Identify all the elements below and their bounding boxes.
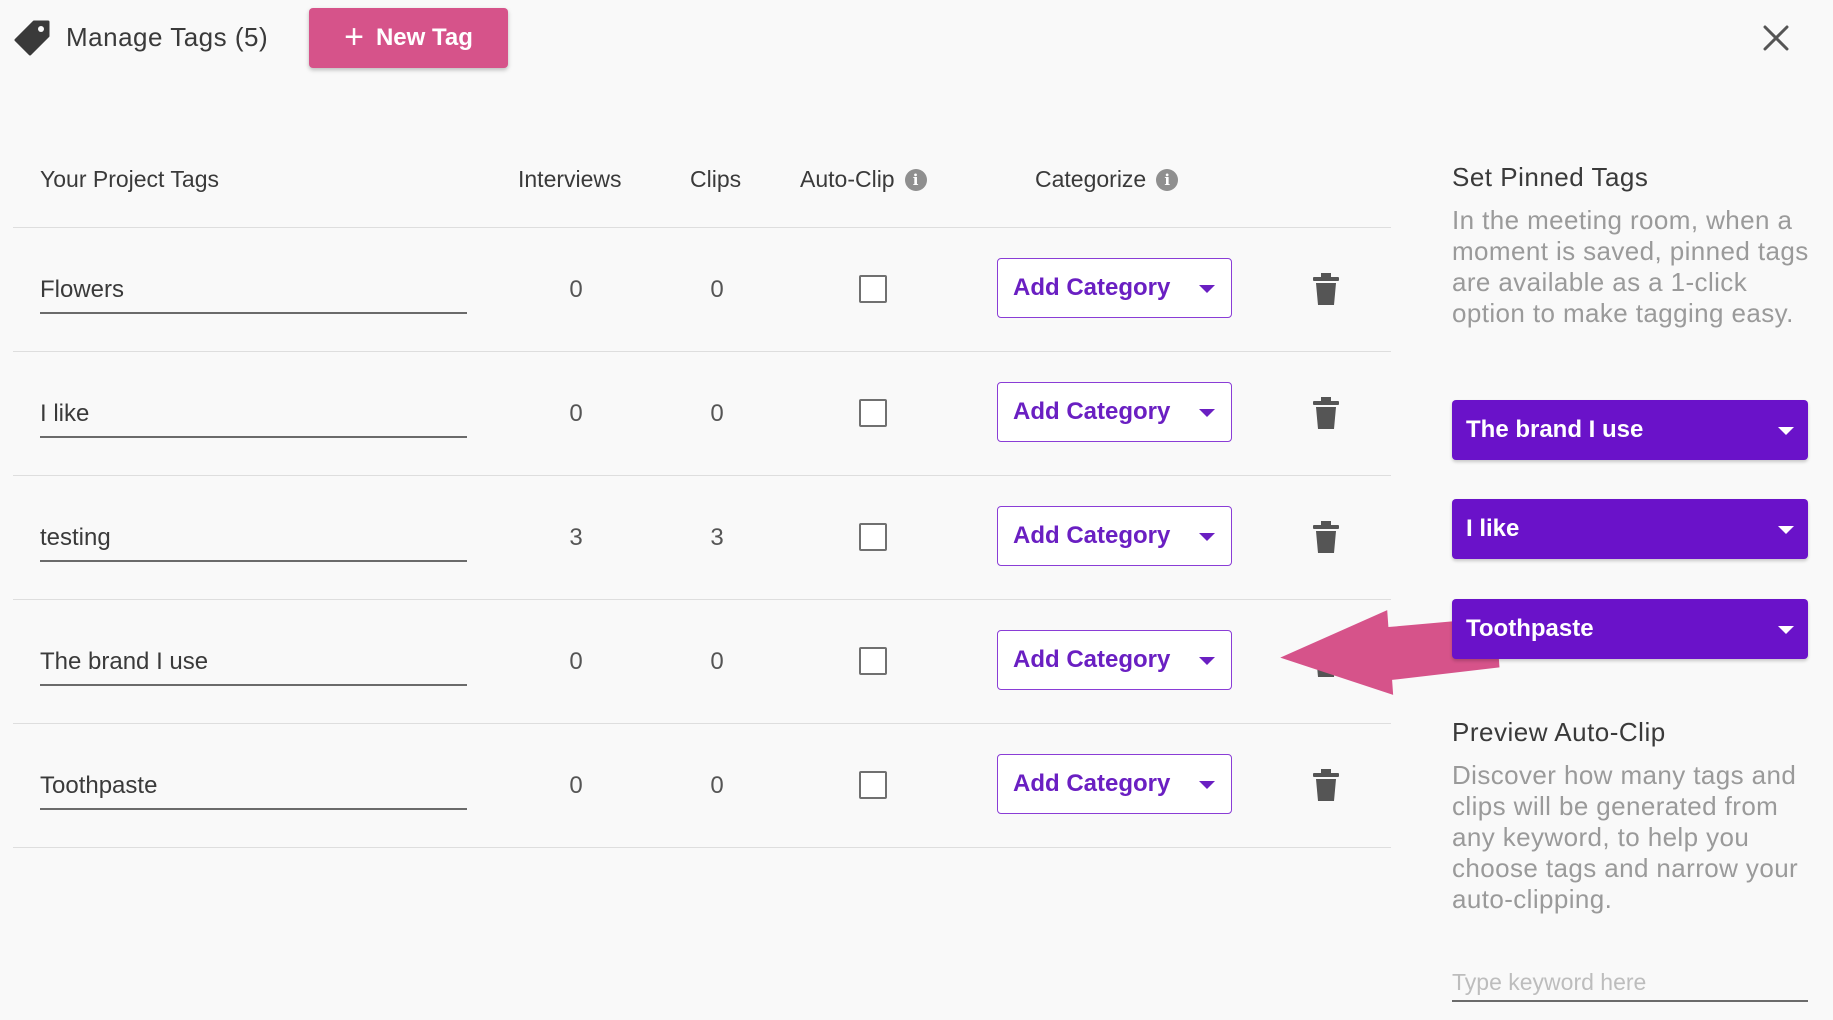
trash-icon[interactable]: [1313, 397, 1339, 429]
column-header-autoclip: Auto-Clip i: [800, 166, 927, 193]
trash-icon[interactable]: [1313, 273, 1339, 305]
column-header-clips-label: Clips: [690, 166, 742, 192]
chevron-down-icon: [1199, 781, 1215, 789]
trash-icon[interactable]: [1313, 645, 1339, 677]
pinned-tag-select-3[interactable]: Toothpaste: [1452, 599, 1808, 659]
auto-clip-checkbox[interactable]: [859, 771, 887, 799]
pinned-tag-select-1[interactable]: The brand I use: [1452, 400, 1808, 460]
tag-name-field[interactable]: The brand I use: [40, 646, 467, 686]
chevron-down-icon: [1778, 626, 1794, 634]
pinned-tag-label: The brand I use: [1466, 416, 1644, 443]
table-row: I like 0 0 Add Category: [13, 352, 1391, 476]
interviews-count: 0: [569, 648, 583, 675]
tag-name-field[interactable]: I like: [40, 398, 467, 438]
chevron-down-icon: [1199, 533, 1215, 541]
add-category-select[interactable]: Add Category: [997, 382, 1232, 442]
info-icon[interactable]: i: [1156, 168, 1179, 191]
pinned-tag-select-2[interactable]: I like: [1452, 499, 1808, 559]
preview-autoclip-title: Preview Auto-Clip: [1452, 717, 1666, 747]
clips-count: 0: [710, 648, 724, 675]
table-row: The brand I use 0 0 Add Category: [13, 600, 1391, 724]
chevron-down-icon: [1199, 409, 1215, 417]
add-category-select[interactable]: Add Category: [997, 630, 1232, 690]
column-header-categorize-label: Categorize: [1035, 166, 1147, 192]
pinned-tags-title: Set Pinned Tags: [1452, 162, 1649, 192]
auto-clip-checkbox[interactable]: [859, 399, 887, 427]
trash-icon[interactable]: [1313, 769, 1339, 801]
chevron-down-icon: [1778, 427, 1794, 435]
keyword-input[interactable]: [1452, 956, 1808, 1002]
auto-clip-checkbox[interactable]: [859, 647, 887, 675]
clips-count: 0: [710, 772, 724, 799]
column-header-tags: Your Project Tags: [40, 166, 219, 193]
add-category-label: Add Category: [1013, 398, 1171, 425]
clips-count: 0: [710, 400, 724, 427]
column-header-clips: Clips: [690, 166, 741, 193]
tag-name-field[interactable]: Flowers: [40, 274, 467, 314]
clips-count: 0: [710, 276, 724, 303]
chevron-down-icon: [1199, 657, 1215, 665]
add-category-label: Add Category: [1013, 770, 1171, 797]
add-category-label: Add Category: [1013, 646, 1171, 673]
table-row: Flowers 0 0 Add Category: [13, 228, 1391, 352]
tag-name-field[interactable]: testing: [40, 522, 467, 562]
interviews-count: 3: [569, 524, 583, 551]
column-header-tags-label: Your Project Tags: [40, 166, 220, 192]
interviews-count: 0: [569, 276, 583, 303]
column-header-interviews-label: Interviews: [518, 166, 622, 192]
pinned-tag-label: Toothpaste: [1466, 615, 1594, 642]
interviews-count: 0: [569, 772, 583, 799]
table-row: testing 3 3 Add Category: [13, 476, 1391, 600]
trash-icon[interactable]: [1313, 521, 1339, 553]
header-bar: Manage Tags (5) + New Tag: [0, 0, 1833, 90]
pinned-tag-label: I like: [1466, 515, 1520, 542]
new-tag-button[interactable]: + New Tag: [309, 8, 508, 68]
tag-name-field[interactable]: Toothpaste: [40, 770, 467, 810]
tag-icon: [14, 20, 50, 56]
auto-clip-checkbox[interactable]: [859, 523, 887, 551]
column-header-interviews: Interviews: [518, 166, 622, 193]
preview-autoclip-description: Discover how many tags and clips will be…: [1452, 760, 1799, 914]
add-category-select[interactable]: Add Category: [997, 754, 1232, 814]
chevron-down-icon: [1199, 285, 1215, 293]
add-category-select[interactable]: Add Category: [997, 506, 1232, 566]
table-header: Your Project Tags Interviews Clips Auto-…: [13, 140, 1391, 228]
chevron-down-icon: [1778, 526, 1794, 534]
table-row: Toothpaste 0 0 Add Category: [13, 724, 1391, 848]
info-icon[interactable]: i: [904, 168, 927, 191]
clips-count: 3: [710, 524, 724, 551]
plus-icon: +: [344, 17, 364, 56]
interviews-count: 0: [569, 400, 583, 427]
pinned-tags-description: In the meeting room, when a moment is sa…: [1452, 205, 1809, 328]
add-category-select[interactable]: Add Category: [997, 258, 1232, 318]
new-tag-label: New Tag: [375, 24, 473, 51]
column-header-categorize: Categorize i: [1035, 166, 1179, 193]
tags-table: Your Project Tags Interviews Clips Auto-…: [13, 140, 1391, 848]
add-category-label: Add Category: [1013, 522, 1171, 549]
add-category-label: Add Category: [1013, 274, 1171, 301]
auto-clip-checkbox[interactable]: [859, 275, 887, 303]
page-title: Manage Tags (5): [66, 22, 269, 52]
close-icon[interactable]: [1760, 22, 1792, 54]
column-header-autoclip-label: Auto-Clip: [800, 166, 895, 192]
